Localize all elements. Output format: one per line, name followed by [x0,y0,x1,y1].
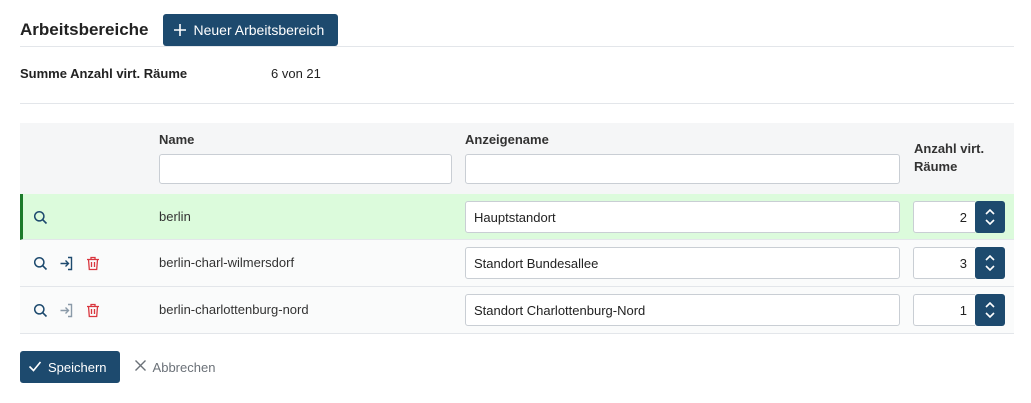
trash-icon[interactable] [84,301,102,319]
rooms-stepper-input[interactable] [913,247,975,279]
enter-icon[interactable] [57,254,75,272]
cancel-button-label: Abbrechen [152,359,216,375]
new-workspace-button[interactable]: Neuer Arbeitsbereich [162,14,339,46]
summary-label: Summe Anzahl virt. Räume [20,66,188,81]
chevron-down-icon[interactable] [985,219,995,226]
rooms-stepper-buttons [975,294,1005,326]
rooms-stepper-input[interactable] [913,294,975,326]
display-name-filter-input[interactable] [465,154,900,184]
name-filter-input[interactable] [159,154,452,184]
table-header: Name Anzeigename Anzahl virt. Räume [20,123,1014,194]
trash-icon[interactable] [84,254,102,272]
display-name-field[interactable] [465,294,900,326]
chevron-up-icon[interactable] [985,254,995,261]
table-row: berlin-charlottenburg-nord [20,287,1014,334]
search-icon[interactable] [31,301,49,319]
chevron-up-icon[interactable] [985,208,995,215]
column-header-name: Name [159,132,195,147]
chevron-up-icon[interactable] [985,301,995,308]
save-button[interactable]: Speichern [20,351,120,383]
chevron-down-icon[interactable] [985,265,995,272]
rooms-stepper-buttons [975,201,1005,233]
display-name-field[interactable] [465,247,900,279]
summary-value: 6 von 21 [271,66,321,81]
rooms-stepper [913,294,1005,326]
workspace-name: berlin-charlottenburg-nord [159,302,309,317]
rooms-stepper [913,201,1005,233]
search-icon[interactable] [31,208,49,226]
divider [20,103,1014,104]
workspaces-table: Name Anzeigename Anzahl virt. Räume berl… [20,123,1014,334]
workspace-name: berlin [159,209,191,224]
page-title: Arbeitsbereiche [20,20,149,39]
table-row: berlin-charl-wilmersdorf [20,240,1014,287]
chevron-down-icon[interactable] [985,312,995,319]
workspace-name: berlin-charl-wilmersdorf [159,255,295,270]
rooms-stepper-input[interactable] [913,201,975,233]
rooms-stepper [913,247,1005,279]
new-workspace-button-label: Neuer Arbeitsbereich [193,22,325,38]
save-button-label: Speichern [48,359,107,375]
display-name-field[interactable] [465,201,900,233]
column-header-rooms-line1: Anzahl virt. [914,141,985,156]
cancel-button[interactable]: Abbrechen [128,351,222,383]
form-actions: Speichern Abbrechen [20,351,221,383]
table-row: berlin [20,194,1014,240]
page-header: Arbeitsbereiche Neuer Arbeitsbereich [20,14,339,46]
check-icon [28,359,42,376]
search-icon[interactable] [31,254,49,272]
divider [20,46,1014,47]
column-header-rooms: Anzahl virt. Räume [914,140,984,176]
column-header-rooms-line2: Räume [914,159,958,174]
close-icon [134,359,147,375]
column-header-display-name: Anzeigename [465,132,549,147]
rooms-stepper-buttons [975,247,1005,279]
enter-icon[interactable] [57,301,75,319]
plus-icon [173,23,187,37]
